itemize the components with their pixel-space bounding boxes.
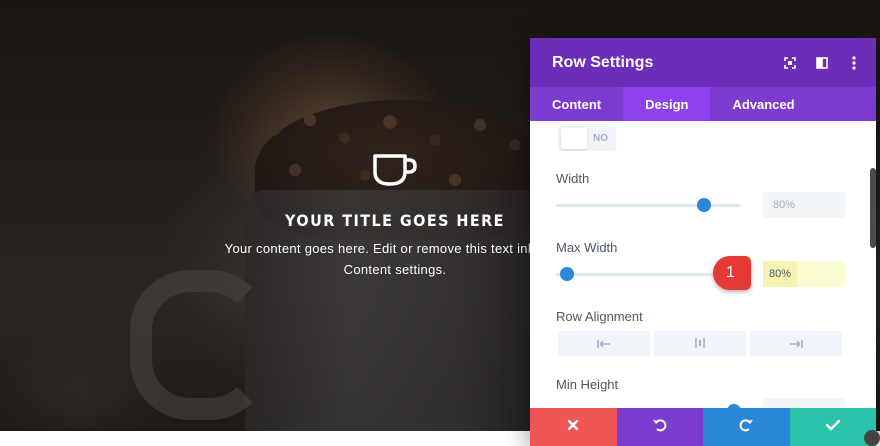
width-label: Width [556,171,590,186]
toggle-knob [561,128,587,149]
panel-footer [530,408,876,446]
row-alignment-group [558,331,842,356]
width-slider[interactable] [556,198,741,212]
align-right-button[interactable] [750,331,842,356]
tab-advanced[interactable]: Advanced [710,87,816,121]
align-left-icon [597,335,611,353]
align-left-button[interactable] [558,331,650,356]
columns-icon[interactable] [806,38,838,87]
panel-title: Row Settings [552,53,654,71]
toggle-label: NO [593,133,608,144]
mug-handle-image [130,270,270,420]
annotation-badge: 1 [713,256,751,290]
panel-header: Row Settings [530,38,876,87]
row-settings-panel: Row Settings Content Design Advanced NO … [530,38,876,446]
close-icon [567,418,579,436]
min-height-label: Min Height [556,377,619,392]
toggle-switch[interactable]: NO [558,126,616,151]
align-center-icon [693,335,707,353]
width-value-input[interactable]: 80% [763,192,845,218]
coffee-cup-icon [369,150,421,190]
width-value: 80% [773,199,796,211]
tab-content[interactable]: Content [530,87,623,121]
align-center-button[interactable] [654,331,746,356]
undo-button[interactable] [616,408,703,446]
max-width-value-input[interactable]: 80% [763,261,845,287]
width-slider-thumb[interactable] [697,198,711,212]
check-icon [825,418,841,436]
close-button[interactable] [530,408,617,446]
redo-button[interactable] [703,408,790,446]
align-right-icon [789,335,803,353]
max-width-label: Max Width [556,240,618,255]
redo-icon [738,417,754,438]
undo-icon [652,417,668,438]
tab-design[interactable]: Design [623,87,711,121]
max-width-value: 80% [763,261,798,287]
panel-body: NO Width 80% Max Width 80% Row Alignment [530,121,876,411]
resize-handle-icon[interactable] [864,430,880,446]
save-button[interactable] [789,408,876,446]
fullscreen-icon[interactable] [774,38,806,87]
settings-tabs: Content Design Advanced [530,87,876,121]
row-alignment-label: Row Alignment [556,309,643,324]
max-width-slider-thumb[interactable] [560,267,575,281]
more-icon[interactable] [838,38,870,87]
panel-scrollbar[interactable] [870,168,876,248]
